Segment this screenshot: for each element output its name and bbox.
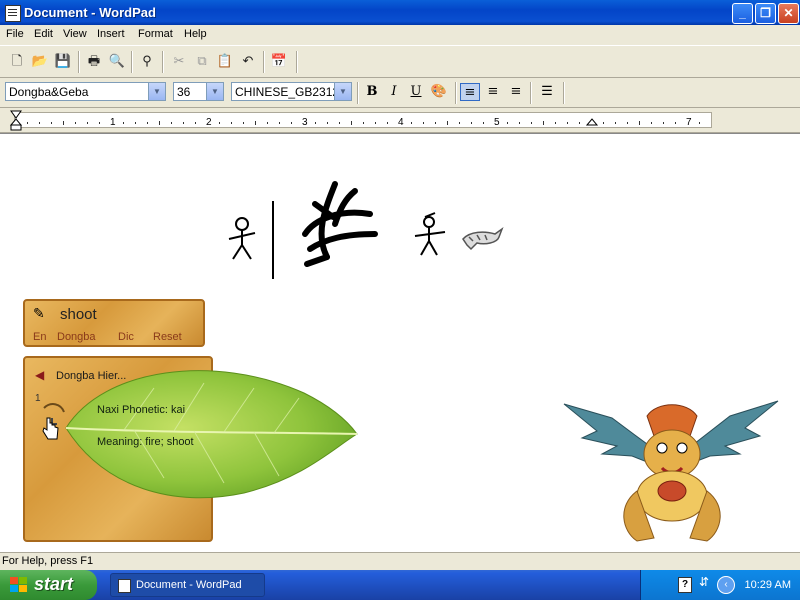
font-name-select[interactable]: Dongba&Geba ▼ bbox=[5, 82, 166, 101]
windows-logo-icon bbox=[10, 577, 27, 592]
align-center-icon[interactable]: ≡ bbox=[483, 83, 503, 101]
menu-format[interactable]: Format bbox=[138, 28, 173, 40]
find-icon[interactable]: ⚲ bbox=[138, 52, 156, 70]
script-select[interactable]: CHINESE_GB2312 ▼ bbox=[231, 82, 352, 101]
tiger-glyph-icon bbox=[462, 226, 504, 251]
pencil-icon: ✎ bbox=[33, 305, 45, 321]
menu-edit[interactable]: Edit bbox=[34, 28, 53, 40]
right-indent-marker bbox=[585, 118, 599, 126]
ruler[interactable]: 1 2 3 4 5 7 bbox=[0, 108, 800, 133]
cut-icon[interactable]: ✂ bbox=[170, 52, 188, 70]
italic-icon[interactable]: I bbox=[384, 83, 404, 101]
show-hidden-icons-icon[interactable]: ‹ bbox=[717, 576, 735, 594]
tab-reset[interactable]: Reset bbox=[153, 331, 182, 343]
menu-view[interactable]: View bbox=[63, 28, 87, 40]
menu-file[interactable]: File bbox=[6, 28, 24, 40]
tab-dic[interactable]: Dic bbox=[118, 331, 134, 343]
garuda-illustration bbox=[563, 400, 779, 542]
status-text: For Help, press F1 bbox=[2, 555, 94, 567]
font-name-value: Dongba&Geba bbox=[9, 85, 89, 99]
print-preview-icon[interactable]: 🔍 bbox=[108, 52, 126, 70]
tab-dongba[interactable]: Dongba bbox=[57, 331, 96, 343]
bullets-icon[interactable]: ☰ bbox=[537, 83, 557, 101]
close-button[interactable]: ✕ bbox=[778, 3, 799, 24]
maximize-button[interactable]: ❐ bbox=[755, 3, 776, 24]
window-title: Document - WordPad bbox=[24, 5, 156, 20]
meaning-label: Meaning: fire; shoot bbox=[97, 436, 194, 448]
tab-en[interactable]: En bbox=[33, 331, 46, 343]
new-document-icon[interactable]: 🗋 bbox=[8, 52, 26, 70]
menu-insert[interactable]: Insert bbox=[97, 28, 125, 40]
menu-help[interactable]: Help bbox=[184, 28, 207, 40]
dongba-glyphs bbox=[228, 181, 504, 279]
align-right-icon[interactable]: ≡ bbox=[506, 83, 526, 101]
start-label: start bbox=[34, 574, 74, 594]
underline-icon[interactable]: U bbox=[406, 83, 426, 101]
wordpad-taskbar-icon bbox=[118, 579, 131, 593]
font-size-select[interactable]: 36 ▼ bbox=[173, 82, 224, 101]
menu-bar: File Edit View Insert Format Help bbox=[0, 25, 800, 45]
left-indent-marker bbox=[9, 118, 23, 126]
clock: 10:29 AM bbox=[744, 579, 791, 591]
undo-icon[interactable]: ↶ bbox=[239, 52, 257, 70]
document-area[interactable]: ✎ shoot En Dongba Dic Reset ◀ Dongba Hie… bbox=[0, 133, 800, 553]
ruler-ticks bbox=[9, 110, 700, 131]
dictionary-search-panel: ✎ shoot En Dongba Dic Reset bbox=[23, 299, 205, 347]
phonetic-label: Naxi Phonetic: kai bbox=[97, 404, 186, 416]
search-word[interactable]: shoot bbox=[60, 306, 97, 323]
paste-icon[interactable]: 📋 bbox=[216, 52, 234, 70]
standard-toolbar: 🗋 📂 💾 🖶 🔍 ⚲ ✂ ⧉ 📋 ↶ 📅 bbox=[0, 45, 800, 78]
font-size-value: 36 bbox=[177, 85, 191, 99]
archer-glyph-icon bbox=[414, 212, 446, 256]
taskbar: start Document - WordPad CH ? ⇵ ‹ 10:29 … bbox=[0, 570, 800, 600]
title-bar: Document - WordPad _ ❐ ✕ bbox=[0, 0, 800, 25]
script-value: CHINESE_GB2312 bbox=[235, 85, 340, 99]
leaf-tooltip bbox=[65, 370, 358, 499]
copy-icon[interactable]: ⧉ bbox=[193, 52, 211, 70]
chevron-down-icon[interactable]: ▼ bbox=[334, 83, 351, 100]
insert-datetime-icon[interactable]: 📅 bbox=[270, 52, 288, 70]
taskbar-item-wordpad[interactable]: Document - WordPad bbox=[110, 573, 265, 597]
start-button[interactable]: start bbox=[0, 570, 97, 600]
chevron-down-icon[interactable]: ▼ bbox=[206, 83, 223, 100]
system-tray: ? ⇵ ‹ 10:29 AM bbox=[640, 570, 800, 600]
first-indent-marker bbox=[10, 110, 22, 119]
color-palette-icon[interactable]: 🎨 bbox=[429, 83, 449, 101]
status-bar: For Help, press F1 bbox=[0, 552, 800, 570]
align-left-icon[interactable]: ≡ bbox=[460, 83, 480, 101]
open-folder-icon[interactable]: 📂 bbox=[31, 52, 49, 70]
back-arrow-icon[interactable]: ◀ bbox=[35, 368, 44, 382]
print-icon[interactable]: 🖶 bbox=[85, 52, 103, 70]
help-icon[interactable]: ? bbox=[678, 577, 692, 593]
bold-icon[interactable]: B bbox=[362, 83, 382, 101]
network-icon[interactable]: ⇵ bbox=[699, 575, 709, 589]
format-toolbar: Dongba&Geba ▼ 36 ▼ CHINESE_GB2312 ▼ B I … bbox=[0, 77, 800, 108]
taskbar-item-label: Document - WordPad bbox=[136, 579, 242, 591]
chevron-down-icon[interactable]: ▼ bbox=[148, 83, 165, 100]
minimize-button[interactable]: _ bbox=[732, 3, 753, 24]
wordpad-app-icon bbox=[5, 5, 21, 22]
fire-glyph-icon bbox=[302, 181, 378, 267]
person-glyph-icon bbox=[228, 217, 256, 260]
hand-cursor-icon bbox=[42, 417, 59, 440]
save-icon[interactable]: 💾 bbox=[54, 52, 72, 70]
